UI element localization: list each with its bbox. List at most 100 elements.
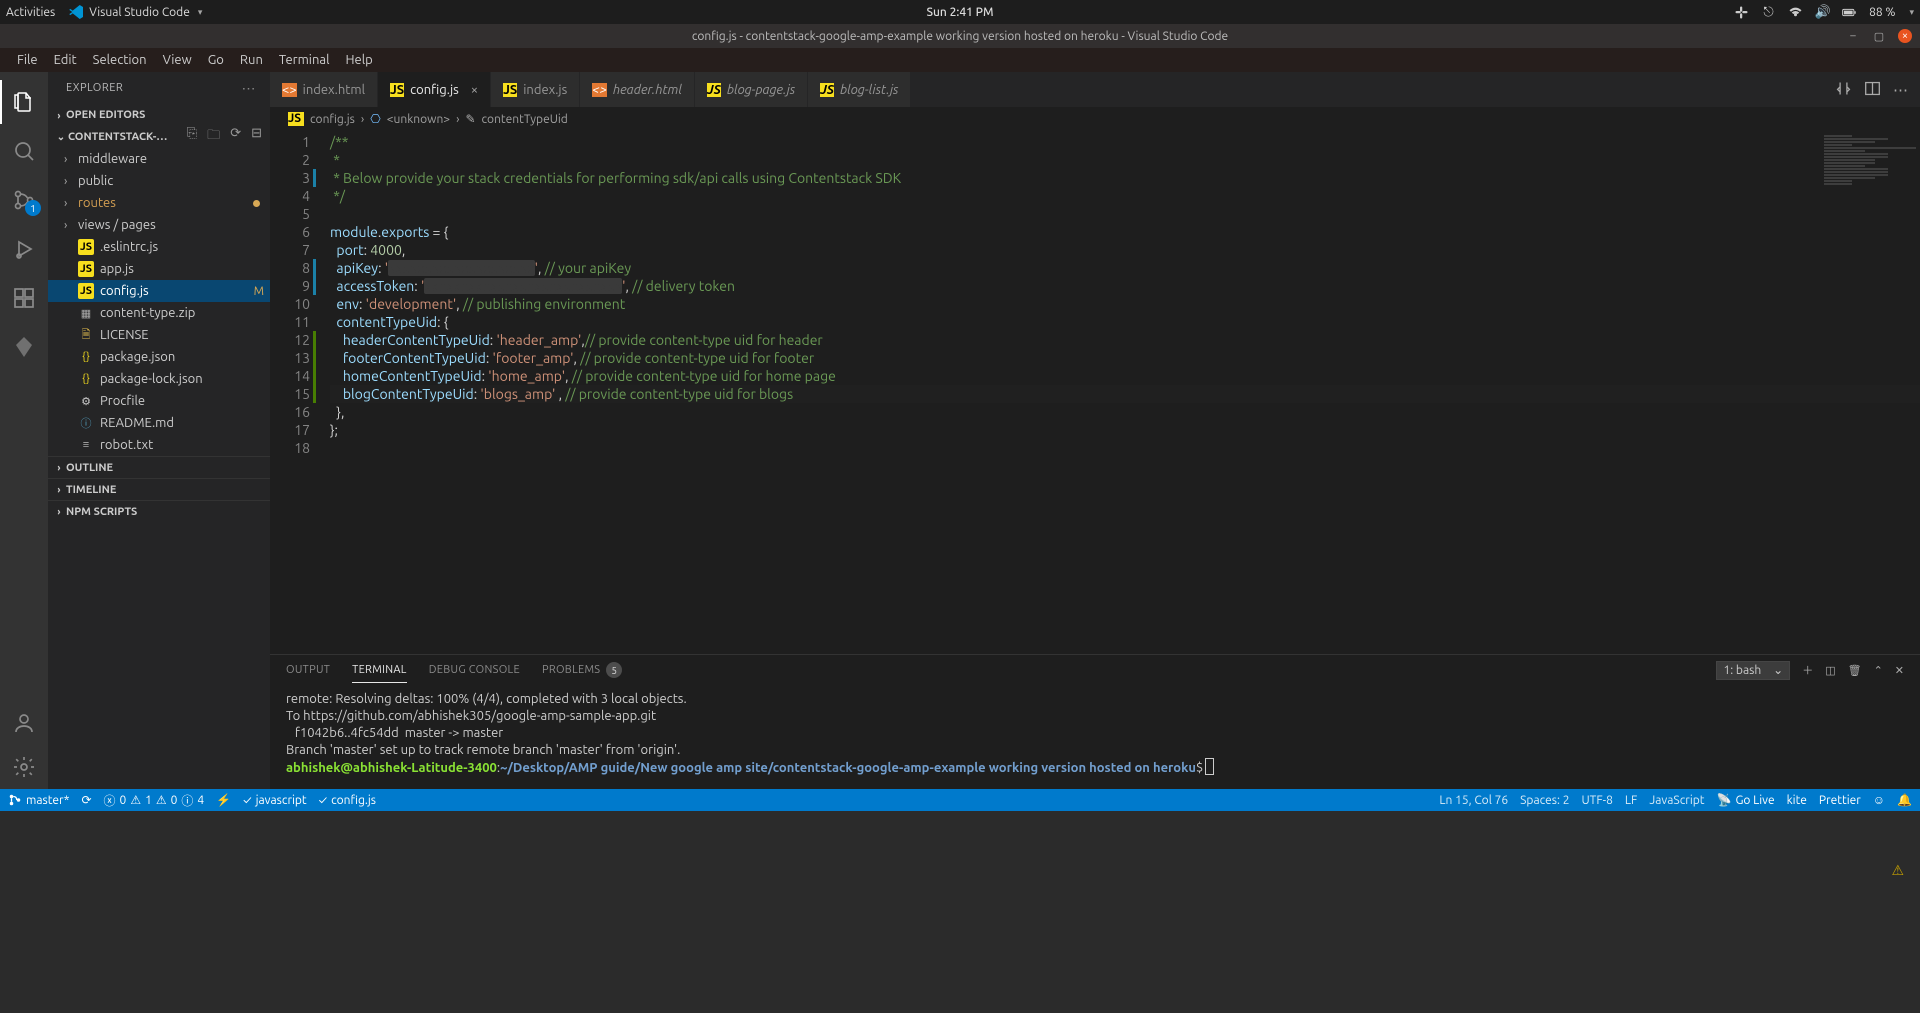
volume-icon[interactable]: 🔊: [1815, 5, 1830, 20]
activity-accounts[interactable]: [0, 701, 48, 745]
status-eol[interactable]: LF: [1625, 794, 1637, 807]
tree-file[interactable]: {}package-lock.json: [48, 368, 270, 390]
tree-folder[interactable]: routes: [48, 192, 270, 214]
menu-go[interactable]: Go: [201, 51, 231, 69]
status-eslint-lang[interactable]: ✓ javascript: [243, 794, 307, 807]
panel-tab-terminal[interactable]: TERMINAL: [352, 658, 407, 683]
battery-icon[interactable]: [1842, 5, 1857, 20]
menu-file[interactable]: File: [10, 51, 45, 69]
slack-tray-icon[interactable]: [1734, 5, 1749, 20]
tree-file[interactable]: ⓘREADME.md: [48, 412, 270, 434]
npm-scripts-section[interactable]: ›NPM SCRIPTS: [48, 500, 270, 522]
tree-file[interactable]: ≡robot.txt: [48, 434, 270, 456]
terminal-shell-select[interactable]: 1: bash: [1716, 661, 1790, 680]
editor-tabs: <>index.htmlJSconfig.js×JSindex.js<>head…: [270, 72, 1920, 107]
tree-file[interactable]: JS.eslintrc.js: [48, 236, 270, 258]
new-file-icon[interactable]: ⎘: [187, 126, 197, 148]
project-section[interactable]: ⌄CONTENTSTACK-…: [50, 126, 187, 148]
tree-folder[interactable]: public: [48, 170, 270, 192]
split-editor-icon[interactable]: [1864, 80, 1881, 100]
tree-folder[interactable]: views / pages: [48, 214, 270, 236]
tab-close-icon[interactable]: ×: [471, 83, 478, 97]
sidebar-more-icon[interactable]: ⋯: [242, 80, 257, 97]
tree-file[interactable]: {}package.json: [48, 346, 270, 368]
activities-button[interactable]: Activities: [6, 6, 55, 19]
activity-kite[interactable]: [0, 325, 48, 369]
refresh-icon[interactable]: ⟳: [230, 126, 241, 148]
status-kite[interactable]: kite: [1787, 794, 1807, 807]
open-editors-section[interactable]: ›OPEN EDITORS: [48, 104, 270, 126]
status-language[interactable]: JavaScript: [1649, 794, 1704, 807]
editor-tab[interactable]: JSblog-page.js: [695, 72, 807, 107]
split-terminal-icon[interactable]: ◫: [1825, 664, 1835, 677]
panel-tab-problems[interactable]: PROBLEMS 5: [542, 656, 622, 684]
new-terminal-icon[interactable]: ＋: [1802, 662, 1813, 678]
clock[interactable]: Sun 2:41 PM: [926, 6, 993, 19]
editor-tab[interactable]: JSindex.js: [491, 72, 579, 107]
breadcrumbs[interactable]: JS config.js › ⎔ <unknown> › ✎ contentTy…: [270, 107, 1920, 131]
kill-terminal-icon[interactable]: 🗑: [1848, 664, 1862, 677]
status-cursor-pos[interactable]: Ln 15, Col 76: [1439, 794, 1508, 807]
timeline-section[interactable]: ›TIMELINE: [48, 478, 270, 500]
wifi-icon[interactable]: [1788, 5, 1803, 20]
close-window-button[interactable]: ×: [1898, 29, 1912, 43]
tree-item-label: robot.txt: [100, 438, 153, 452]
system-menu-chevron-icon[interactable]: ▾: [1909, 7, 1914, 18]
tree-item-label: public: [78, 174, 113, 188]
tree-item-label: middleware: [78, 152, 147, 166]
minimize-button[interactable]: –: [1846, 29, 1860, 43]
activity-run-debug[interactable]: [0, 227, 48, 271]
menu-help[interactable]: Help: [338, 51, 379, 69]
menu-edit[interactable]: Edit: [47, 51, 84, 69]
activity-settings[interactable]: [0, 745, 48, 789]
editor-tab[interactable]: JSconfig.js×: [378, 72, 490, 107]
tree-file[interactable]: JSapp.js: [48, 258, 270, 280]
outline-section[interactable]: ›OUTLINE: [48, 456, 270, 478]
status-feedback-icon[interactable]: ☺: [1873, 793, 1885, 807]
window-title: config.js - contentstack-google-amp-exam…: [692, 30, 1228, 43]
status-bell-icon[interactable]: 🔔: [1897, 793, 1912, 807]
status-branch[interactable]: master*: [8, 793, 69, 807]
menu-selection[interactable]: Selection: [86, 51, 154, 69]
tree-file[interactable]: ▦content-type.zip: [48, 302, 270, 324]
editor-more-icon[interactable]: ⋯: [1893, 81, 1908, 99]
status-port[interactable]: ⚡: [216, 793, 231, 807]
new-folder-icon[interactable]: 🗀: [207, 126, 220, 148]
panel-tab-debug[interactable]: DEBUG CONSOLE: [429, 658, 520, 682]
network-icon[interactable]: ⎋: [1761, 5, 1776, 20]
tree-folder[interactable]: middleware: [48, 148, 270, 170]
activity-source-control[interactable]: 1: [0, 178, 48, 222]
editor-tab[interactable]: <>header.html: [580, 72, 694, 107]
tree-item-label: app.js: [100, 262, 134, 276]
maximize-panel-icon[interactable]: ⌃: [1874, 664, 1883, 677]
status-encoding[interactable]: UTF-8: [1581, 794, 1612, 807]
close-panel-icon[interactable]: ✕: [1895, 664, 1904, 677]
compare-changes-icon[interactable]: [1835, 80, 1852, 100]
panel-warning-icon[interactable]: ⚠: [1891, 862, 1904, 879]
app-menu[interactable]: Visual Studio Code ▾: [69, 5, 202, 19]
maximize-button[interactable]: ▢: [1872, 29, 1886, 43]
activity-search[interactable]: [0, 129, 48, 173]
tree-file[interactable]: ⚙Procfile: [48, 390, 270, 412]
code-editor[interactable]: 123456789101112131415161718 /** * * Belo…: [270, 131, 1920, 654]
status-indent[interactable]: Spaces: 2: [1520, 794, 1569, 807]
tree-file[interactable]: JSconfig.jsM: [48, 280, 270, 302]
menu-view[interactable]: View: [156, 51, 199, 69]
minimap[interactable]: [1820, 131, 1920, 251]
collapse-icon[interactable]: ⊟: [251, 126, 262, 148]
editor-tab[interactable]: <>index.html: [270, 72, 377, 107]
status-problems[interactable]: ⓧ0 ⚠1 ⚠0 ⓘ4: [104, 792, 205, 809]
panel-tab-output[interactable]: OUTPUT: [286, 658, 330, 682]
tree-file[interactable]: 🗎LICENSE: [48, 324, 270, 346]
menu-terminal[interactable]: Terminal: [272, 51, 337, 69]
activity-explorer[interactable]: [0, 80, 48, 124]
status-eslint-file[interactable]: ✓ config.js: [319, 794, 376, 807]
status-sync[interactable]: ⟳: [81, 793, 91, 807]
status-golive[interactable]: 📡 Go Live: [1716, 793, 1774, 807]
tab-file-icon: JS: [503, 83, 517, 97]
status-prettier[interactable]: Prettier: [1819, 794, 1861, 807]
activity-extensions[interactable]: [0, 276, 48, 320]
terminal-output[interactable]: remote: Resolving deltas: 100% (4/4), co…: [270, 685, 1920, 789]
menu-run[interactable]: Run: [233, 51, 270, 69]
editor-tab[interactable]: JSblog-list.js: [808, 72, 910, 107]
